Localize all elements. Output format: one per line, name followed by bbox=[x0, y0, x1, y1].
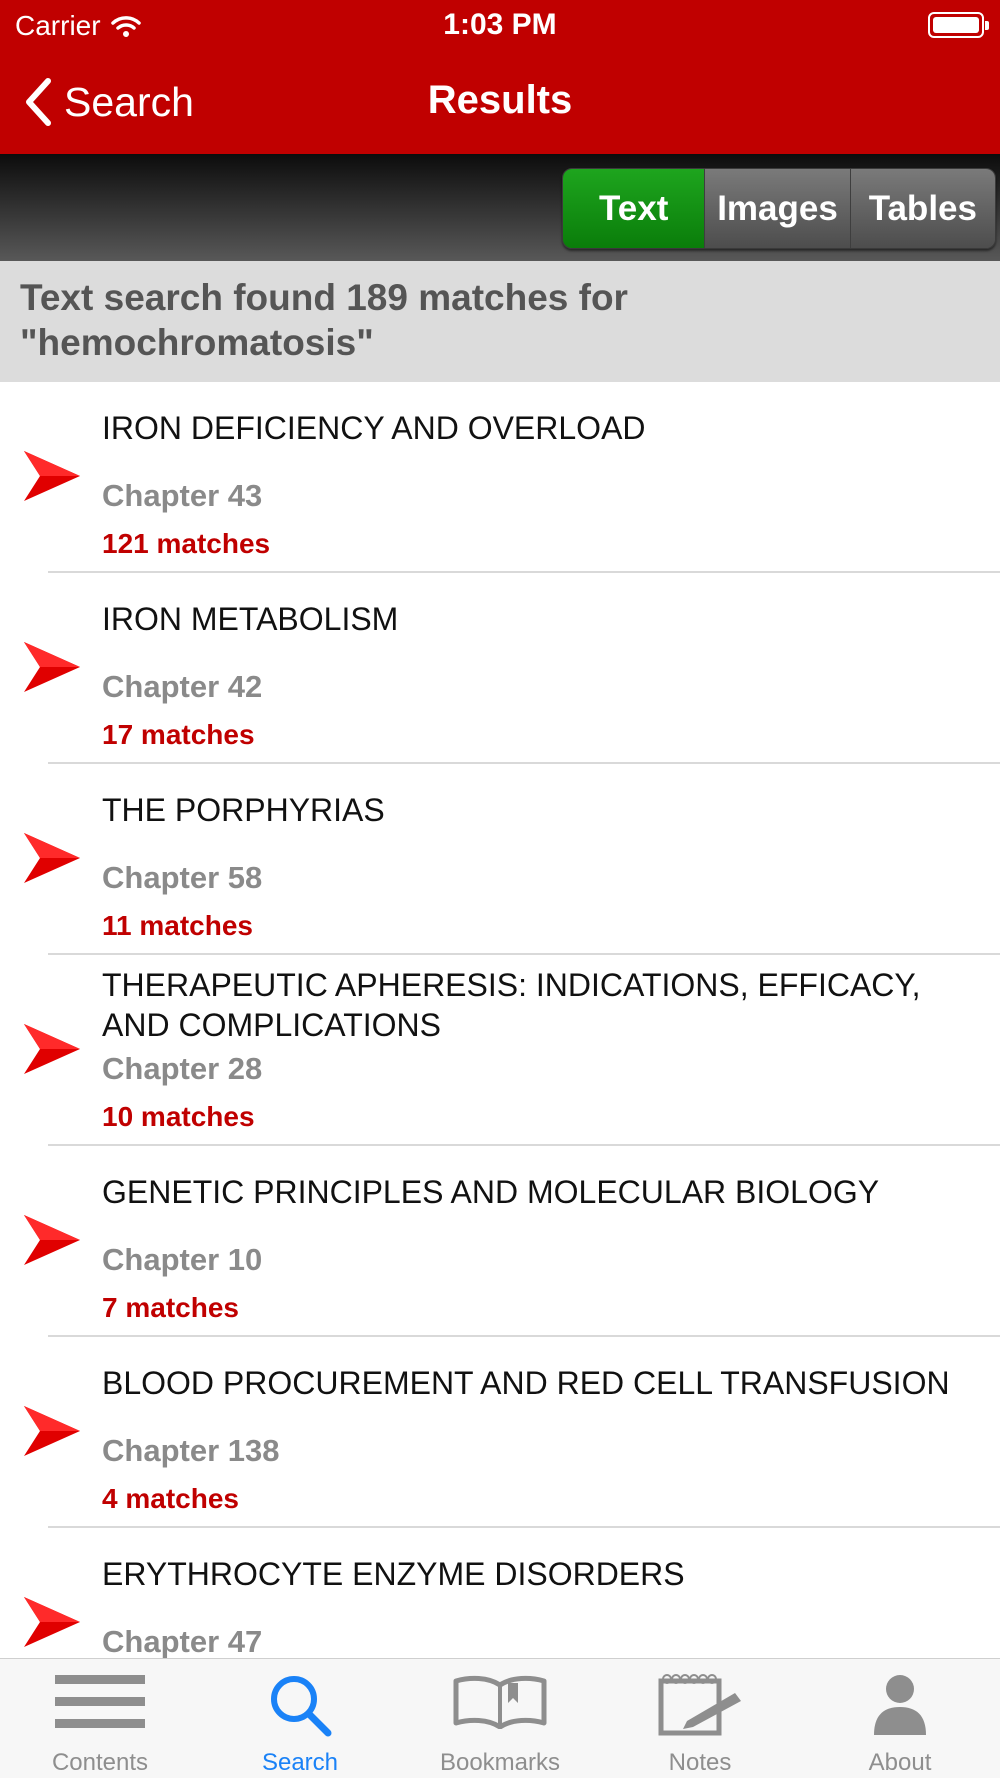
result-chapter: Chapter 10 bbox=[102, 1242, 263, 1277]
status-time: 1:03 PM bbox=[443, 8, 557, 41]
red-arrow-icon bbox=[24, 1215, 80, 1265]
red-arrow-icon bbox=[24, 1597, 80, 1647]
navigation-header: Carrier 1:03 PM Search Results bbox=[0, 0, 1000, 154]
segment-tables[interactable]: Tables bbox=[850, 169, 995, 248]
summary-line-1: Text search found 189 matches for bbox=[20, 277, 628, 318]
segment-text[interactable]: Text bbox=[563, 169, 706, 248]
result-matches: 11 matches bbox=[102, 910, 253, 941]
result-row[interactable]: IRON DEFICIENCY AND OVERLOAD Chapter 43 … bbox=[0, 382, 1000, 573]
red-arrow-icon bbox=[24, 451, 80, 501]
tab-label: Notes bbox=[668, 1749, 732, 1776]
result-matches: 4 matches bbox=[102, 1483, 239, 1514]
tab-label: Search bbox=[261, 1749, 339, 1776]
summary-line-2: "hemochromatosis" bbox=[20, 322, 374, 363]
page-title: Results bbox=[427, 78, 573, 122]
list-icon bbox=[55, 1675, 145, 1728]
result-chapter: Chapter 47 bbox=[102, 1624, 263, 1658]
notepad-icon bbox=[658, 1674, 741, 1736]
result-title: GENETIC PRINCIPLES AND MOLECULAR BIOLOGY bbox=[102, 1174, 880, 1210]
segment-toolbar: Text Images Tables bbox=[0, 154, 1000, 261]
person-icon bbox=[874, 1675, 926, 1735]
result-chapter: Chapter 42 bbox=[102, 669, 263, 704]
red-arrow-icon bbox=[24, 642, 80, 692]
result-chapter: Chapter 58 bbox=[102, 860, 263, 895]
red-arrow-icon bbox=[24, 1024, 80, 1074]
battery-icon bbox=[928, 12, 989, 38]
result-chapter: Chapter 43 bbox=[102, 478, 263, 513]
tab-label: Contents bbox=[51, 1749, 149, 1776]
result-chapter: Chapter 28 bbox=[102, 1051, 263, 1086]
result-row[interactable]: ERYTHROCYTE ENZYME DISORDERS Chapter 47 bbox=[0, 1528, 1000, 1658]
red-arrow-icon bbox=[24, 833, 80, 883]
tab-label: Bookmarks bbox=[439, 1749, 561, 1776]
result-title: BLOOD PROCUREMENT AND RED CELL TRANSFUSI… bbox=[102, 1365, 950, 1401]
tab-bookmarks[interactable]: Bookmarks bbox=[400, 1659, 600, 1778]
tab-label: About bbox=[868, 1749, 932, 1776]
result-matches: 10 matches bbox=[102, 1101, 255, 1132]
book-icon bbox=[453, 1675, 547, 1729]
result-chapter: Chapter 138 bbox=[102, 1433, 280, 1468]
result-row[interactable]: THE PORPHYRIAS Chapter 58 11 matches bbox=[0, 764, 1000, 955]
result-row[interactable]: THERAPEUTIC APHERESIS: INDICATIONS, EFFI… bbox=[0, 955, 1000, 1146]
search-summary: Text search found 189 matches for "hemoc… bbox=[0, 261, 1000, 382]
status-bar: Carrier 1:03 PM bbox=[0, 0, 1000, 50]
result-matches: 17 matches bbox=[102, 719, 255, 750]
result-matches: 121 matches bbox=[102, 528, 271, 559]
result-row[interactable]: IRON METABOLISM Chapter 42 17 matches bbox=[0, 573, 1000, 764]
result-row[interactable]: BLOOD PROCUREMENT AND RED CELL TRANSFUSI… bbox=[0, 1337, 1000, 1528]
tab-notes[interactable]: Notes bbox=[600, 1659, 800, 1778]
result-title: ERYTHROCYTE ENZYME DISORDERS bbox=[102, 1556, 685, 1592]
results-list[interactable]: IRON DEFICIENCY AND OVERLOAD Chapter 43 … bbox=[0, 382, 1000, 1658]
result-matches: 7 matches bbox=[102, 1292, 239, 1323]
result-title: IRON DEFICIENCY AND OVERLOAD bbox=[102, 410, 646, 446]
tab-bar: Contents Search Bookmarks Notes About bbox=[0, 1658, 1000, 1778]
result-type-segmented-control: Text Images Tables bbox=[562, 168, 996, 249]
result-title: THERAPEUTIC APHERESIS: INDICATIONS, EFFI… bbox=[102, 967, 921, 1043]
result-row[interactable]: GENETIC PRINCIPLES AND MOLECULAR BIOLOGY… bbox=[0, 1146, 1000, 1337]
result-title: THE PORPHYRIAS bbox=[102, 792, 385, 828]
tab-search[interactable]: Search bbox=[200, 1659, 400, 1778]
red-arrow-icon bbox=[24, 1406, 80, 1456]
segment-images[interactable]: Images bbox=[705, 169, 851, 248]
tab-about[interactable]: About bbox=[800, 1659, 1000, 1778]
result-title: IRON METABOLISM bbox=[102, 601, 399, 637]
tab-contents[interactable]: Contents bbox=[0, 1659, 200, 1778]
search-icon bbox=[271, 1676, 332, 1737]
